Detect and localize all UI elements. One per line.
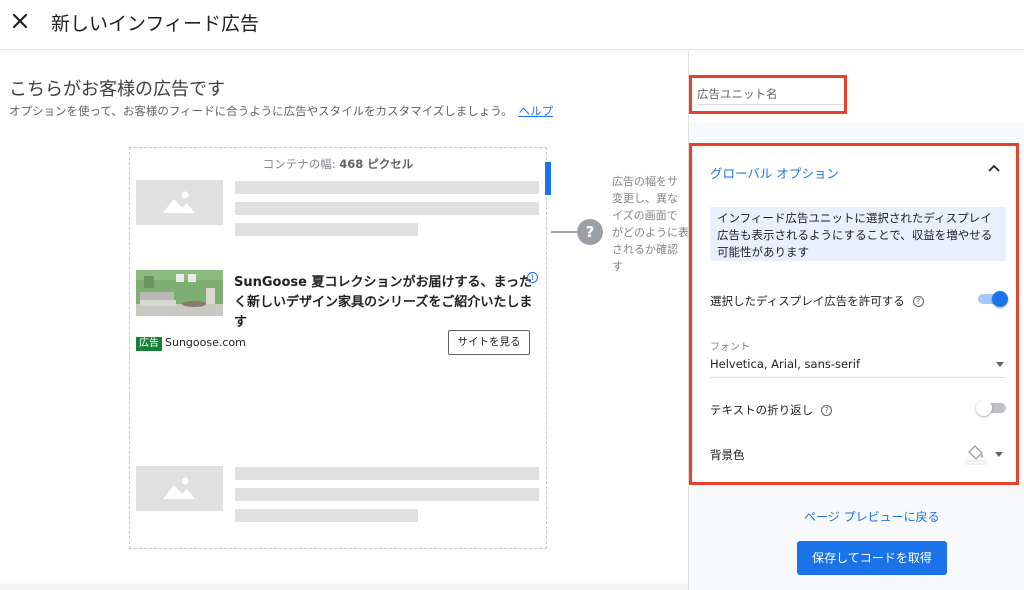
font-select[interactable]: Helvetica, Arial, sans-serif [710,354,1006,378]
ad-preview-area: こちらがお客様の広告です オプションを使って、お客様のフィードに合うように広告や… [0,51,688,590]
save-and-get-code-button[interactable]: 保存してコードを取得 [797,541,947,575]
text-placeholder [235,181,539,194]
container-width-value: 468 ピクセル [339,157,414,171]
bottom-divider [0,578,688,590]
font-select-value: Helvetica, Arial, sans-serif [710,357,861,371]
container-width-label: コンテナの幅: 468 ピクセル [130,156,546,172]
paint-bucket-icon [965,445,1003,465]
help-text-line: 変更し、異な [612,192,678,205]
allow-display-ads-toggle[interactable] [976,291,1008,307]
ad-info-icon[interactable]: i [527,272,538,283]
global-options-title: グローバル オプション [710,166,839,181]
dropdown-arrow-icon [996,362,1004,367]
chevron-up-icon[interactable] [987,163,1001,173]
image-placeholder-bottom [136,466,223,511]
text-placeholder [235,488,539,501]
preview-description: オプションを使って、お客様のフィードに合うように広告やスタイルをカスタマイズしま… [9,103,553,119]
back-to-page-preview-link[interactable]: ページ プレビューに戻る [804,508,940,525]
preview-heading: こちらがお客様の広告です [9,79,225,100]
close-icon[interactable] [10,10,30,32]
container-width-caption: コンテナの幅: [262,157,340,171]
help-icon[interactable]: ? [912,296,924,307]
image-placeholder-icon [163,477,195,499]
ad-badge: 広告 [136,337,162,351]
help-link[interactable]: ヘルプ [519,104,554,118]
container-resize-handle[interactable] [545,162,551,195]
display-ads-info: インフィード広告ユニットに選択されたディスプレイ広告も表示されるようにすることで… [710,207,1006,261]
text-placeholder [235,223,418,236]
visit-site-button[interactable]: サイトを見る [448,330,530,355]
settings-panel: グローバル オプション インフィード広告ユニットに選択されたディスプレイ広告も表… [688,51,1024,590]
background-color-label: 背景色 [710,448,745,462]
help-connector-line [551,231,577,233]
help-text-line: されるか確認 [612,243,678,256]
preview-description-text: オプションを使って、お客様のフィードに合うように広告やスタイルをカスタマイズしま… [9,104,513,118]
ad-domain: Sungoose.com [165,336,246,349]
global-options-header[interactable]: グローバル オプション [693,147,1015,191]
unit-name-section [689,51,1024,123]
ad-container-preview: コンテナの幅: 468 ピクセル SunGoose 夏コレクションがお届けする、… [129,147,551,549]
global-options-card: グローバル オプション インフィード広告ユニットに選択されたディスプレイ広告も表… [693,147,1015,483]
page-title: 新しいインフィード広告 [51,13,260,35]
help-text-line: す [612,260,623,273]
allow-display-ads-row: 選択したディスプレイ広告を許可する? [710,293,924,309]
text-wrap-row: テキストの折り返し? [710,402,833,418]
resize-help-text: 広告の幅をサ 変更し、異な イズの画面で がどのように表 されるか確認 す [612,173,688,283]
top-bar: 新しいインフィード広告 [0,0,1024,50]
help-text-line: 広告の幅をサ [612,175,678,188]
image-placeholder-icon [163,191,195,213]
text-placeholder [235,202,539,215]
help-text-line: がどのように表 [612,226,688,239]
text-placeholder [235,509,418,522]
image-placeholder-top [136,180,223,225]
ad-thumbnail [136,270,223,316]
background-color-picker[interactable] [963,443,1007,465]
help-icon[interactable]: ? [821,405,833,416]
ad-headline: SunGoose 夏コレクションがお届けする、まったく新しいデザイン家具のシリー… [234,275,533,330]
text-wrap-toggle[interactable] [976,400,1008,416]
allow-display-ads-label: 選択したディスプレイ広告を許可する [710,294,905,308]
text-wrap-label: テキストの折り返し [710,403,814,417]
text-placeholder [235,467,539,480]
help-icon[interactable]: ? [577,219,603,245]
font-caption: フォント [710,342,750,353]
help-text-line: イズの画面で [612,209,678,222]
ad-unit-name-input[interactable] [697,83,843,105]
